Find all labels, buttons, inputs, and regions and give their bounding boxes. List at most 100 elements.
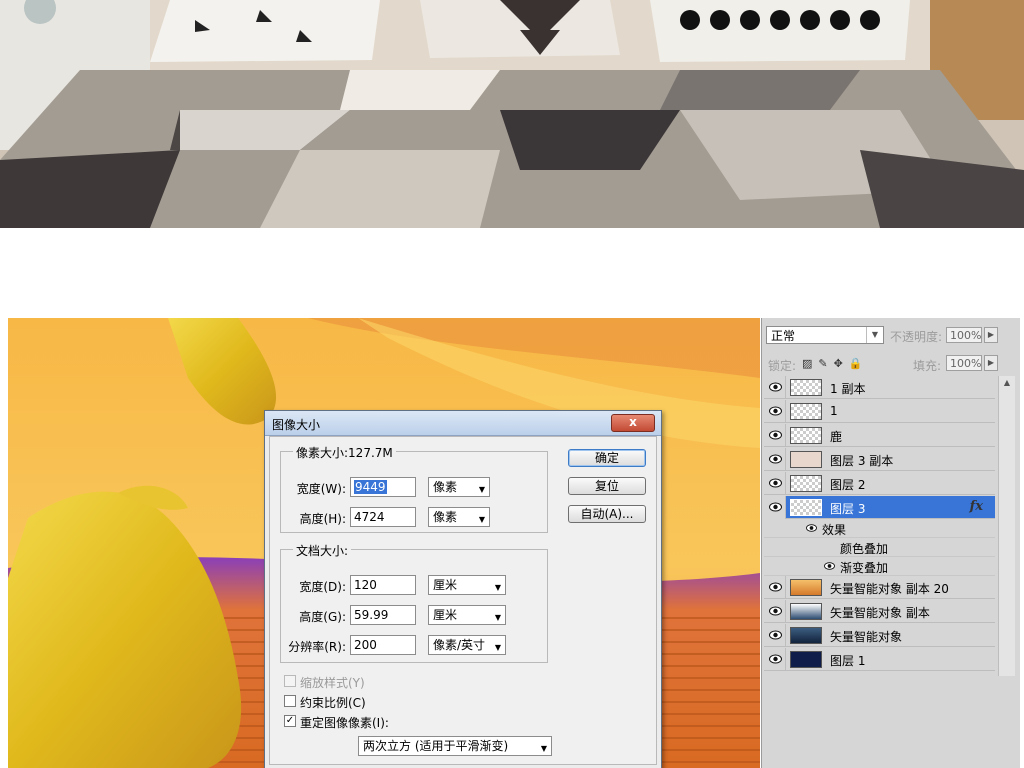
layer-row[interactable]: 1 bbox=[764, 400, 995, 423]
dialog-titlebar[interactable]: 图像大小 x bbox=[265, 411, 661, 436]
document-size-legend: 文档大小: bbox=[293, 542, 352, 559]
photoshop-workspace: 正常 ▼ 不透明度: 100% ▶ 锁定: ▨ ✎ ✥ 🔒 填充: 100% ▶… bbox=[8, 318, 1020, 768]
effect-item-row[interactable]: 颜色叠加 bbox=[764, 538, 995, 557]
doc-width-unit-select[interactable]: 厘米 ▼ bbox=[428, 575, 506, 595]
doc-height-unit-select[interactable]: 厘米 ▼ bbox=[428, 605, 506, 625]
layer-row[interactable]: 矢量智能对象 副本 bbox=[764, 600, 995, 623]
layer-row[interactable]: 矢量智能对象 副本 20 bbox=[764, 576, 995, 599]
doc-height-input[interactable]: 59.99 bbox=[350, 605, 416, 625]
eye-icon[interactable] bbox=[769, 501, 782, 513]
image-size-dialog: 图像大小 x 像素大小:127.7M 宽度(W): 9449 像素 ▼ 高度(H)… bbox=[264, 410, 662, 768]
pixel-width-unit-select[interactable]: 像素 ▼ bbox=[428, 477, 490, 497]
layer-name: 图层 3 副本 bbox=[830, 454, 894, 468]
chevron-down-icon: ▼ bbox=[494, 643, 501, 652]
lock-position-icon[interactable]: ✥ bbox=[834, 357, 843, 370]
layer-name: 1 副本 bbox=[830, 382, 866, 396]
opacity-label: 不透明度: bbox=[890, 330, 943, 344]
effect-item-label: 颜色叠加 bbox=[840, 542, 889, 556]
pixel-height-unit: 像素 bbox=[433, 510, 458, 524]
layer-name: 图层 1 bbox=[830, 654, 866, 668]
opacity-arrow-icon[interactable]: ▶ bbox=[984, 327, 998, 343]
pixel-height-unit-select[interactable]: 像素 ▼ bbox=[428, 507, 490, 527]
lock-transparent-icon[interactable]: ▨ bbox=[802, 357, 812, 370]
blend-mode-select[interactable]: 正常 ▼ bbox=[766, 326, 884, 344]
effects-label: 效果 bbox=[822, 523, 847, 537]
layer-thumbnail bbox=[790, 403, 822, 420]
lock-label: 锁定: bbox=[768, 359, 797, 373]
pixel-width-value: 9449 bbox=[354, 480, 387, 494]
resample-method-select[interactable]: 两次立方 (适用于平滑渐变) ▼ bbox=[358, 736, 552, 756]
layer-row[interactable]: 1 副本 bbox=[764, 376, 995, 399]
eye-icon[interactable] bbox=[769, 429, 782, 441]
constrain-proportions-checkbox[interactable] bbox=[284, 695, 296, 707]
chevron-down-icon: ▼ bbox=[494, 613, 501, 622]
chevron-down-icon: ▼ bbox=[494, 583, 501, 592]
eye-icon[interactable] bbox=[769, 381, 782, 393]
resample-checkbox[interactable]: ✓ bbox=[284, 715, 296, 727]
layer-thumbnail bbox=[790, 499, 822, 516]
dialog-title: 图像大小 bbox=[272, 418, 321, 432]
layer-thumbnail bbox=[790, 427, 822, 444]
layer-row-selected[interactable]: 图层 3 fx bbox=[764, 496, 995, 519]
opacity-input[interactable]: 100% bbox=[946, 327, 982, 343]
auto-button[interactable]: 自动(A)... bbox=[568, 505, 646, 523]
lock-paint-icon[interactable]: ✎ bbox=[818, 357, 827, 370]
chevron-down-icon: ▼ bbox=[478, 515, 485, 524]
layer-row[interactable]: 鹿 bbox=[764, 424, 995, 447]
pixel-height-input[interactable]: 4724 bbox=[350, 507, 416, 527]
pixel-width-unit: 像素 bbox=[433, 480, 458, 494]
layer-thumbnail bbox=[790, 651, 822, 668]
eye-icon[interactable] bbox=[824, 561, 835, 571]
eye-icon[interactable] bbox=[769, 581, 782, 593]
eye-icon[interactable] bbox=[769, 453, 782, 465]
layer-row[interactable]: 图层 2 bbox=[764, 472, 995, 495]
layer-name: 矢量智能对象 副本 20 bbox=[830, 582, 949, 596]
scroll-up-icon[interactable]: ▲ bbox=[999, 376, 1015, 390]
eye-icon[interactable] bbox=[769, 605, 782, 617]
layers-scrollbar[interactable]: ▲ bbox=[998, 376, 1015, 676]
pixel-width-label: 宽度(W): bbox=[296, 482, 346, 496]
layer-thumbnail bbox=[790, 603, 822, 620]
resample-method-value: 两次立方 (适用于平滑渐变) bbox=[363, 739, 509, 753]
effects-row[interactable]: 效果 bbox=[764, 519, 995, 538]
layer-row[interactable]: 图层 1 bbox=[764, 648, 995, 671]
pixel-height-label: 高度(H): bbox=[299, 512, 346, 526]
eye-icon[interactable] bbox=[769, 405, 782, 417]
doc-width-label: 宽度(D): bbox=[299, 580, 346, 594]
fill-label: 填充: bbox=[913, 359, 942, 373]
resolution-input[interactable]: 200 bbox=[350, 635, 416, 655]
resolution-unit-select[interactable]: 像素/英寸 ▼ bbox=[428, 635, 506, 655]
bedroom-illustration bbox=[0, 0, 1024, 228]
pixel-width-input[interactable]: 9449 bbox=[350, 477, 416, 497]
fill-arrow-icon[interactable]: ▶ bbox=[984, 355, 998, 371]
layer-thumbnail bbox=[790, 379, 822, 396]
lock-options: ▨ ✎ ✥ 🔒 bbox=[802, 357, 863, 370]
eye-icon[interactable] bbox=[769, 653, 782, 665]
layer-list: 1 副本 1 鹿 图层 3 副本 图层 2 图层 3 fx 效果 颜色叠加 渐变… bbox=[764, 376, 995, 676]
layer-row[interactable]: 图层 3 副本 bbox=[764, 448, 995, 471]
constrain-proportions-label: 约束比例(C) bbox=[300, 696, 366, 710]
scale-styles-label: 缩放样式(Y) bbox=[300, 676, 365, 690]
layer-name: 矢量智能对象 bbox=[830, 630, 903, 644]
scale-styles-checkbox[interactable] bbox=[284, 675, 296, 687]
eye-icon[interactable] bbox=[769, 477, 782, 489]
resolution-unit: 像素/英寸 bbox=[433, 638, 486, 652]
effect-item-row[interactable]: 渐变叠加 bbox=[764, 557, 995, 576]
lock-all-icon[interactable]: 🔒 bbox=[849, 357, 863, 370]
layer-name: 鹿 bbox=[830, 430, 843, 444]
reset-button[interactable]: 复位 bbox=[568, 477, 646, 495]
layer-row[interactable]: 矢量智能对象 bbox=[764, 624, 995, 647]
doc-width-input[interactable]: 120 bbox=[350, 575, 416, 595]
eye-icon[interactable] bbox=[806, 523, 817, 533]
fx-icon[interactable]: fx bbox=[970, 499, 983, 514]
layer-name: 图层 3 bbox=[830, 502, 866, 516]
close-icon[interactable]: x bbox=[611, 414, 655, 432]
ok-button[interactable]: 确定 bbox=[568, 449, 646, 467]
effect-item-label: 渐变叠加 bbox=[840, 561, 889, 575]
eye-icon[interactable] bbox=[769, 629, 782, 641]
doc-width-unit: 厘米 bbox=[433, 578, 458, 592]
chevron-down-icon: ▼ bbox=[866, 327, 883, 343]
dialog-body: 像素大小:127.7M 宽度(W): 9449 像素 ▼ 高度(H): 4724 … bbox=[269, 436, 657, 765]
fill-input[interactable]: 100% bbox=[946, 355, 982, 371]
layer-thumbnail bbox=[790, 627, 822, 644]
